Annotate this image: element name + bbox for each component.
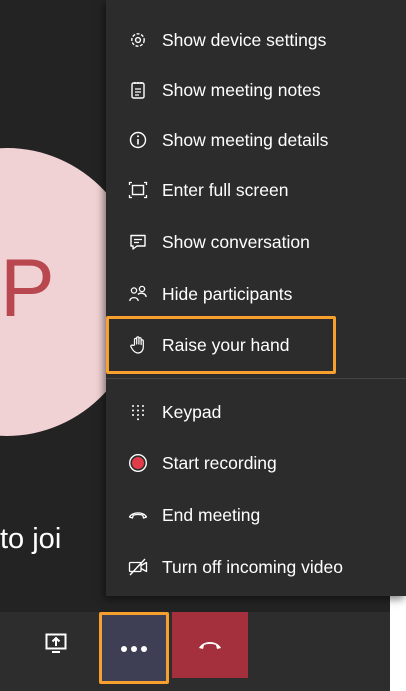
menu-divider <box>106 378 406 379</box>
menu-item-label: Show meeting notes <box>162 79 321 100</box>
menu-item-full-screen[interactable]: Enter full screen <box>106 170 406 210</box>
share-screen-icon <box>45 633 67 653</box>
more-actions-menu: Show device settings Show meeting notes … <box>106 0 406 596</box>
hang-up-button[interactable] <box>172 612 248 678</box>
menu-item-label: Start recording <box>162 452 277 473</box>
menu-item-label: Hide participants <box>162 283 293 304</box>
menu-item-meeting-notes[interactable]: Show meeting notes <box>106 70 406 110</box>
menu-item-label: Show device settings <box>162 29 327 50</box>
meeting-window: P to joi Show device settings Show meeti… <box>0 0 406 691</box>
menu-item-label: End meeting <box>162 504 261 525</box>
menu-item-conversation[interactable]: Show conversation <box>106 222 406 262</box>
menu-item-keypad[interactable]: Keypad <box>106 392 406 432</box>
menu-item-device-settings[interactable]: Show device settings <box>106 20 406 60</box>
fullscreen-icon <box>128 180 148 200</box>
raise-hand-highlight <box>106 316 336 374</box>
info-icon <box>128 130 148 150</box>
notes-icon <box>128 80 148 100</box>
menu-item-label: Keypad <box>162 401 222 422</box>
more-actions-button[interactable] <box>99 612 169 684</box>
end-call-icon <box>128 505 148 525</box>
avatar-initial: P <box>0 243 55 334</box>
hang-up-icon <box>199 642 221 649</box>
keypad-icon <box>128 402 148 422</box>
menu-item-turn-off-incoming-video[interactable]: Turn off incoming video <box>106 547 406 587</box>
menu-item-label: Show conversation <box>162 231 310 252</box>
join-message: to joi <box>0 523 62 555</box>
menu-item-start-recording[interactable]: Start recording <box>106 443 406 483</box>
participants-icon <box>128 284 148 304</box>
record-icon <box>128 453 148 473</box>
share-screen-button[interactable] <box>20 610 92 676</box>
chat-icon <box>128 232 148 252</box>
more-icon <box>119 639 149 657</box>
menu-item-label: Turn off incoming video <box>162 556 343 577</box>
menu-item-label: Show meeting details <box>162 129 329 150</box>
video-off-icon <box>128 557 148 577</box>
gear-icon <box>128 30 148 50</box>
menu-item-end-meeting[interactable]: End meeting <box>106 495 406 535</box>
menu-item-meeting-details[interactable]: Show meeting details <box>106 120 406 160</box>
menu-item-label: Enter full screen <box>162 179 289 200</box>
menu-item-hide-participants[interactable]: Hide participants <box>106 274 406 314</box>
